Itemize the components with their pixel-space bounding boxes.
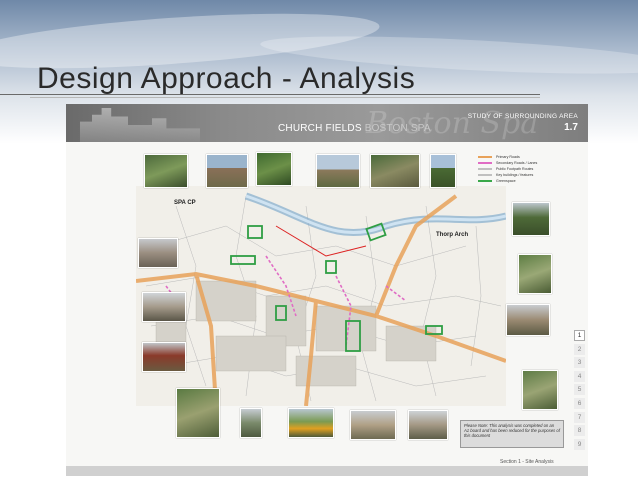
- map-legend: Primary Roads Secondary Roads / Lanes Pu…: [478, 154, 552, 184]
- legend-label: Primary Roads: [496, 155, 520, 159]
- poster-title-main: CHURCH FIELDS: [278, 123, 362, 134]
- page-tab-6[interactable]: 6: [574, 397, 585, 409]
- slide-title: Design Approach - Analysis: [37, 62, 416, 95]
- site-photo: [512, 202, 550, 236]
- poster-footer-bar: [66, 466, 588, 476]
- site-map: [136, 186, 506, 406]
- poster-title-sub: BOSTON SPA: [364, 123, 431, 134]
- site-photo: [256, 152, 292, 186]
- analysis-poster: Boston Spa CHURCH FIELDS BOSTON SPA STUD…: [66, 104, 588, 476]
- site-photo: [288, 408, 334, 438]
- page-tab-8[interactable]: 8: [574, 425, 585, 437]
- site-photo: [138, 238, 178, 268]
- reduction-note: Please Note: This analysis was completed…: [460, 420, 564, 448]
- place-label-thorp-arch: Thorp Arch: [436, 232, 469, 238]
- study-label: STUDY OF SURROUNDING AREA: [467, 113, 578, 120]
- title-underline: [0, 94, 540, 95]
- page-tab-9[interactable]: 9: [574, 438, 585, 450]
- page-tab-1[interactable]: 1: [574, 330, 585, 341]
- page-tab-7[interactable]: 7: [574, 411, 585, 423]
- place-label-spa-cp: SPA CP: [174, 200, 196, 206]
- site-photo: [206, 154, 248, 188]
- legend-label: Greenspace: [496, 179, 516, 183]
- site-photo: [142, 292, 186, 322]
- site-photo: [408, 410, 448, 440]
- poster-title: CHURCH FIELDS BOSTON SPA: [278, 123, 431, 134]
- poster-banner: Boston Spa CHURCH FIELDS BOSTON SPA STUD…: [66, 104, 588, 142]
- page-tab-4[interactable]: 4: [574, 370, 585, 382]
- study-number: 1.7: [564, 122, 578, 133]
- page-tab-2[interactable]: 2: [574, 343, 585, 355]
- legend-swatch: [478, 156, 492, 158]
- site-photo: [518, 254, 552, 294]
- legend-label: Key buildings / features: [496, 173, 534, 177]
- page-tab-5[interactable]: 5: [574, 384, 585, 396]
- page-tabs: 1 2 3 4 5 6 7 8 9: [574, 330, 586, 452]
- legend-label: Secondary Roads / Lanes: [496, 161, 538, 165]
- site-photo: [176, 388, 220, 438]
- page-tab-3[interactable]: 3: [574, 357, 585, 369]
- site-photo: [350, 410, 396, 440]
- section-label: Section 1 - Site Analysis: [500, 459, 554, 465]
- castle-graphic: [80, 108, 200, 142]
- site-photo: [522, 370, 558, 410]
- title-underline-secondary: [30, 97, 540, 98]
- legend-swatch: [478, 168, 492, 170]
- site-photo: [316, 154, 360, 188]
- site-photo: [144, 154, 188, 188]
- site-photo: [240, 408, 262, 438]
- legend-swatch: [478, 174, 492, 176]
- legend-item: Greenspace: [478, 178, 552, 184]
- site-photo: [142, 342, 186, 372]
- legend-swatch: [478, 180, 492, 182]
- study-heading: STUDY OF SURROUNDING AREA 1.7: [468, 113, 578, 133]
- site-photo: [370, 154, 420, 188]
- legend-swatch: [478, 162, 492, 164]
- legend-label: Public Footpath Routes: [496, 167, 534, 171]
- site-photo: [430, 154, 456, 188]
- site-photo: [506, 304, 550, 336]
